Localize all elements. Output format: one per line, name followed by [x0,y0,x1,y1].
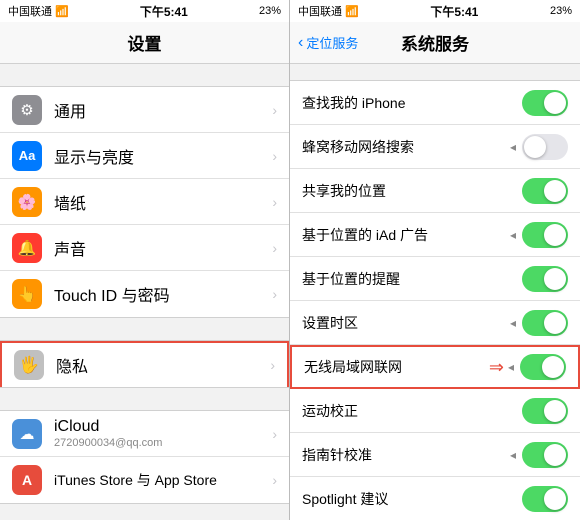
right-settings-list[interactable]: 查找我的 iPhone 蜂窝移动网络搜索 ◂ 共享我的位置 基于位置的 iAd … [290,64,580,520]
icloud-icon: ☁ [12,419,42,449]
touchid-icon: 👆 [12,279,42,309]
general-arrow: › [272,102,277,118]
wifi-arrow-indicator: ⇒ [489,357,504,378]
iad-label: 基于位置的 iAd 广告 [302,225,510,245]
find-iphone-toggle[interactable] [522,90,568,116]
left-carrier: 中国联通 [8,3,52,19]
settings-group-icloud: ☁ iCloud 2720900034@qq.com › A iTunes St… [0,410,289,504]
cellular-toggle[interactable] [522,134,568,160]
find-iphone-label: 查找我的 iPhone [302,93,522,113]
right-item-wifi[interactable]: 无线局域网联网 ⇒ ◂ [290,345,580,389]
share-location-toggle[interactable] [522,178,568,204]
left-wifi-icon: 📶 [55,5,69,18]
right-item-share-location[interactable]: 共享我的位置 [290,169,580,213]
sound-arrow: › [272,240,277,256]
right-time: 下午5:41 [430,3,478,20]
right-battery: 23% [550,5,572,17]
right-carrier: 中国联通 [298,3,342,19]
left-battery: 23% [259,5,281,17]
wallpaper-icon: 🌸 [12,187,42,217]
compass-label: 指南针校准 [302,445,510,465]
settings-item-wallpaper[interactable]: 🌸 墙纸 › [0,179,289,225]
settings-item-touchid[interactable]: 👆 Touch ID 与密码 › [0,271,289,317]
right-item-location-reminder[interactable]: 基于位置的提醒 [290,257,580,301]
touchid-arrow: › [272,286,277,302]
right-system-services-group: 查找我的 iPhone 蜂窝移动网络搜索 ◂ 共享我的位置 基于位置的 iAd … [290,80,580,520]
right-item-timezone[interactable]: 设置时区 ◂ [290,301,580,345]
display-label: 显示与亮度 [54,144,266,168]
right-item-motion[interactable]: 运动校正 [290,389,580,433]
privacy-icon: 🖐 [14,350,44,380]
location-reminder-label: 基于位置的提醒 [302,269,522,289]
spotlight-label: Spotlight 建议 [302,489,522,509]
settings-group-1: ⚙ 通用 › Aa 显示与亮度 › 🌸 [0,86,289,318]
left-panel: 中国联通 📶 下午5:41 23% 设置 ⚙ 通用 › [0,0,290,520]
touchid-label: Touch ID 与密码 [54,282,266,306]
left-nav-bar: 设置 [0,22,289,64]
sound-icon: 🔔 [12,233,42,263]
icloud-label: iCloud [54,418,266,436]
right-status-right: 23% [550,5,572,17]
general-icon: ⚙ [12,95,42,125]
general-label: 通用 [54,98,266,122]
compass-toggle[interactable] [522,442,568,468]
compass-location-icon: ◂ [510,448,516,462]
right-panel: 中国联通 📶 下午5:41 23% ‹ 定位服务 系统服务 查找我的 iPhon… [290,0,580,520]
left-status-left: 中国联通 📶 [8,3,69,19]
display-icon: Aa [12,141,42,171]
spotlight-toggle[interactable] [522,486,568,512]
right-nav-bar: ‹ 定位服务 系统服务 [290,22,580,64]
cellular-location-icon: ◂ [510,140,516,154]
right-status-left: 中国联通 📶 [298,3,359,19]
wallpaper-arrow: › [272,194,277,210]
wallpaper-label: 墙纸 [54,190,266,214]
right-nav-title: 系统服务 [401,30,469,55]
right-status-bar: 中国联通 📶 下午5:41 23% [290,0,580,22]
settings-item-privacy[interactable]: 🖐 隐私 › [0,341,289,387]
wifi-toggle[interactable] [520,354,566,380]
wifi-label: 无线局域网联网 [304,357,489,377]
motion-label: 运动校正 [302,401,522,421]
left-status-right: 23% [259,5,281,17]
sound-label: 声音 [54,236,266,260]
timezone-location-icon: ◂ [510,316,516,330]
timezone-label: 设置时区 [302,313,510,333]
itunes-label: iTunes Store 与 App Store [54,470,266,490]
right-item-find-iphone[interactable]: 查找我的 iPhone [290,81,580,125]
motion-toggle[interactable] [522,398,568,424]
iad-location-icon: ◂ [510,228,516,242]
itunes-icon: A [12,465,42,495]
right-item-compass[interactable]: 指南针校准 ◂ [290,433,580,477]
back-chevron: ‹ [298,34,303,52]
timezone-toggle[interactable] [522,310,568,336]
left-settings-list[interactable]: ⚙ 通用 › Aa 显示与亮度 › 🌸 [0,64,289,520]
privacy-label: 隐私 [56,353,264,377]
wifi-location-icon: ◂ [508,360,514,374]
icloud-arrow: › [272,426,277,442]
itunes-arrow: › [272,472,277,488]
right-wifi-icon: 📶 [345,5,359,18]
right-item-iad[interactable]: 基于位置的 iAd 广告 ◂ [290,213,580,257]
back-label: 定位服务 [306,33,358,52]
settings-item-icloud[interactable]: ☁ iCloud 2720900034@qq.com › [0,411,289,457]
location-reminder-toggle[interactable] [522,266,568,292]
settings-item-itunes[interactable]: A iTunes Store 与 App Store › [0,457,289,503]
settings-item-sound[interactable]: 🔔 声音 › [0,225,289,271]
settings-item-general[interactable]: ⚙ 通用 › [0,87,289,133]
iad-toggle[interactable] [522,222,568,248]
settings-item-display[interactable]: Aa 显示与亮度 › [0,133,289,179]
left-status-bar: 中国联通 📶 下午5:41 23% [0,0,289,22]
cellular-label: 蜂窝移动网络搜索 [302,137,510,157]
settings-group-privacy: 🖐 隐私 › [0,340,289,388]
right-item-spotlight[interactable]: Spotlight 建议 [290,477,580,520]
share-location-label: 共享我的位置 [302,181,522,201]
back-button[interactable]: ‹ 定位服务 [298,33,358,52]
icloud-sublabel: 2720900034@qq.com [54,437,266,449]
right-item-cellular[interactable]: 蜂窝移动网络搜索 ◂ [290,125,580,169]
left-nav-title: 设置 [128,30,162,55]
left-time: 下午5:41 [140,3,188,20]
display-arrow: › [272,148,277,164]
privacy-arrow: › [270,357,275,373]
